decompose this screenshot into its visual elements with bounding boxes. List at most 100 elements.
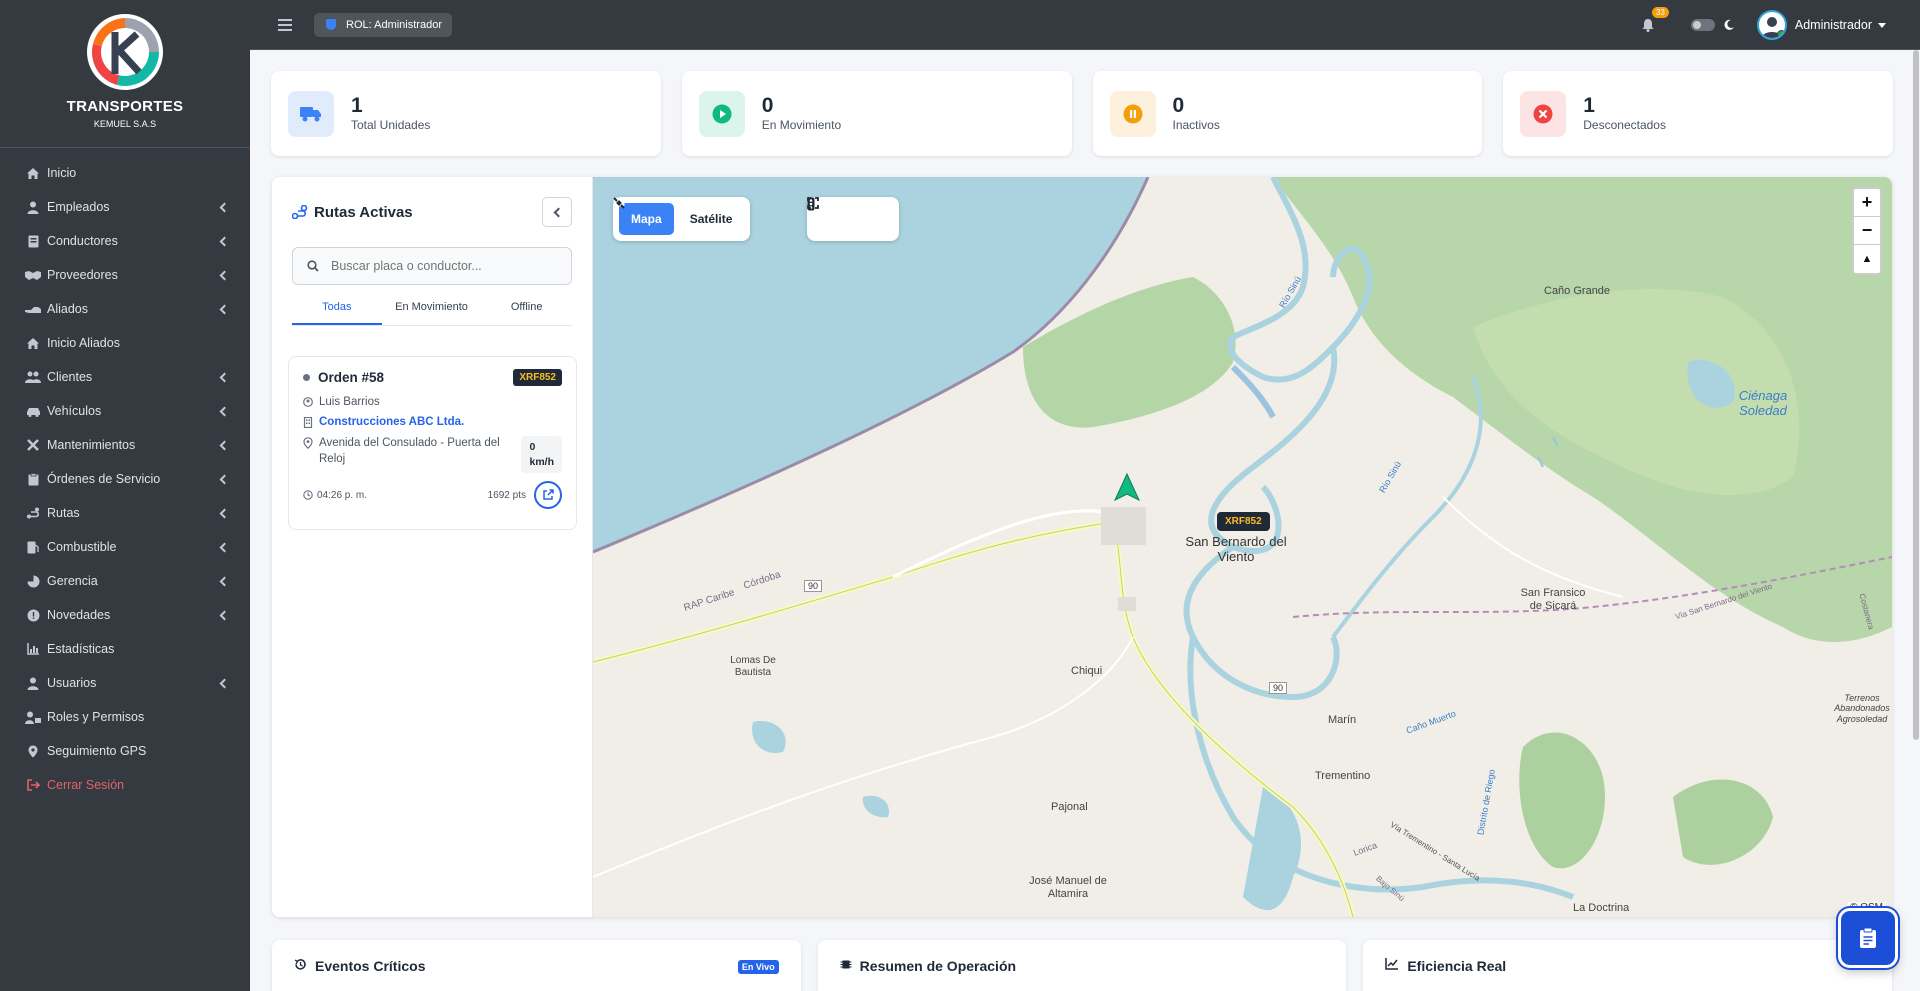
sidebar-nav: Inicio Empleados Conductores Proveedores Ali… xyxy=(0,148,250,802)
sidebar-item-label: Proveedores xyxy=(47,268,118,282)
chip-icon xyxy=(840,960,852,969)
page-scrollbar[interactable] xyxy=(1912,50,1920,740)
building-icon xyxy=(303,417,313,428)
sidebar-item-alert[interactable]: Novedades xyxy=(0,598,250,632)
sidebar-item-id-card[interactable]: Conductores xyxy=(0,224,250,258)
sidebar-item-label: Empleados xyxy=(47,200,110,214)
logout-button[interactable]: Cerrar Sesión xyxy=(0,768,250,802)
zoom-out-button[interactable]: − xyxy=(1854,217,1880,245)
order-number: Orden #58 xyxy=(318,370,385,385)
sidebar-item-route[interactable]: Rutas xyxy=(0,496,250,530)
handshake-icon xyxy=(24,268,42,282)
sidebar-item-map-pin[interactable]: Seguimiento GPS xyxy=(0,734,250,768)
sidebar: TRANSPORTES KEMUEL S.A.S Inicio Empleados… xyxy=(0,0,250,991)
map-label-san-francisco: San Fransico de Sicará xyxy=(1520,587,1586,612)
sidebar-item-clipboard[interactable]: Órdenes de Servicio xyxy=(0,462,250,496)
speed-unit: km/h xyxy=(529,455,554,468)
tracking-panel: Rutas Activas Todas En Movimiento Offlin… xyxy=(272,177,1892,917)
reset-bearing-button[interactable]: ▲ xyxy=(1854,245,1880,273)
vehicle-marker-label[interactable]: XRF852 xyxy=(1217,512,1270,531)
map-label-san-bernardo: San Bernardo del Viento xyxy=(1185,534,1287,564)
stat-value: 1 xyxy=(1583,94,1595,117)
fullscreen-icon xyxy=(807,197,819,209)
zoom-in-button[interactable]: + xyxy=(1854,189,1880,217)
sidebar-item-label: Rutas xyxy=(47,506,80,520)
brand: TRANSPORTES KEMUEL S.A.S xyxy=(0,0,250,148)
sidebar-item-handshake[interactable]: Proveedores xyxy=(0,258,250,292)
menu-toggle-icon[interactable] xyxy=(278,18,292,31)
map-pin-icon xyxy=(303,437,313,449)
sidebar-item-hand[interactable]: Aliados xyxy=(0,292,250,326)
stat-label: En Movimiento xyxy=(761,118,842,132)
satellite-mode-button[interactable]: Satélite xyxy=(613,197,745,235)
role-badge: ROL: Administrador xyxy=(314,12,452,37)
tab-all[interactable]: Todas xyxy=(292,295,382,325)
speed-value: 0 xyxy=(529,441,536,453)
sidebar-item-home[interactable]: Inicio xyxy=(0,156,250,190)
efficiency-card: Eficiencia Real xyxy=(1363,940,1893,991)
notifications-count-badge: 33 xyxy=(1651,7,1669,18)
chevron-left-icon xyxy=(219,576,230,586)
traffic-toggle-button[interactable] xyxy=(807,197,842,235)
stat-card-pause: 0 Inactivos xyxy=(1092,71,1483,156)
sidebar-item-user-lock[interactable]: Roles y Permisos xyxy=(0,700,250,734)
sidebar-item-label: Mantenimientos xyxy=(47,438,136,452)
chevron-left-icon xyxy=(219,440,230,450)
chevron-left-icon xyxy=(219,474,230,484)
sidebar-item-user[interactable]: Empleados xyxy=(0,190,250,224)
chevron-left-icon xyxy=(219,508,230,518)
sidebar-item-user[interactable]: Usuarios xyxy=(0,666,250,700)
speed-badge: 0 km/h xyxy=(521,436,562,474)
users-icon xyxy=(24,370,42,384)
map-mode-button[interactable]: Mapa xyxy=(613,197,674,235)
sidebar-item-label: Gerencia xyxy=(47,574,98,588)
satellite-icon xyxy=(613,197,625,209)
user-icon xyxy=(24,676,42,690)
stat-label: Desconectados xyxy=(1583,118,1666,132)
route-card[interactable]: Orden #58 XRF852 Luis Barrios Construcci… xyxy=(288,356,577,530)
plate-badge: XRF852 xyxy=(513,369,562,386)
clipboard-fab-button[interactable] xyxy=(1838,908,1898,968)
external-link-icon xyxy=(543,489,554,501)
id-card-icon xyxy=(24,234,42,248)
stat-card-play: 0 En Movimiento xyxy=(681,71,1072,156)
user-lock-icon xyxy=(24,710,42,724)
sidebar-item-users[interactable]: Clientes xyxy=(0,360,250,394)
user-name[interactable]: Administrador xyxy=(1795,18,1872,32)
driver-name: Luis Barrios xyxy=(319,396,380,408)
logout-label: Cerrar Sesión xyxy=(47,778,125,792)
bottom-widgets: Eventos Críticos En Vivo Resumen de Oper… xyxy=(272,940,1893,991)
chart-pie-icon xyxy=(24,574,42,588)
sidebar-item-chart-pie[interactable]: Gerencia xyxy=(0,564,250,598)
fullscreen-button[interactable] xyxy=(807,197,884,235)
sidebar-item-chart-line[interactable]: Estadísticas xyxy=(0,632,250,666)
sidebar-item-label: Órdenes de Servicio xyxy=(47,472,161,486)
search-input[interactable] xyxy=(331,259,561,273)
notifications-bell-icon[interactable]: 33 xyxy=(1641,7,1669,32)
home-icon xyxy=(24,336,42,350)
user-avatar[interactable] xyxy=(1756,10,1787,40)
last-update-time: 04:26 p. m. xyxy=(317,489,368,501)
tab-moving[interactable]: En Movimiento xyxy=(382,295,482,325)
gps-map[interactable]: Mapa Satélite + − ▲ XRF852 San Bernardo … xyxy=(593,177,1892,917)
tab-offline[interactable]: Offline xyxy=(481,295,572,325)
sidebar-item-fuel[interactable]: Combustible xyxy=(0,530,250,564)
tools-icon xyxy=(24,438,42,452)
theme-toggle[interactable] xyxy=(1690,19,1715,31)
sidebar-item-home[interactable]: Inicio Aliados xyxy=(0,326,250,360)
user-icon xyxy=(24,200,42,214)
route-icon xyxy=(24,506,42,520)
chevron-left-icon xyxy=(219,202,230,212)
sidebar-item-car[interactable]: Vehículos xyxy=(0,394,250,428)
chevron-left-icon xyxy=(219,678,230,688)
stat-value: 1 xyxy=(351,94,363,117)
efficiency-title: Eficiencia Real xyxy=(1407,958,1507,974)
collapse-panel-button[interactable] xyxy=(542,197,572,227)
road-shield-90: 90 xyxy=(1269,682,1288,694)
stat-value: 0 xyxy=(1172,94,1185,117)
active-routes-panel: Rutas Activas Todas En Movimiento Offlin… xyxy=(272,177,593,917)
user-menu-caret-icon[interactable] xyxy=(1878,22,1886,28)
open-route-button[interactable] xyxy=(534,481,562,510)
client-link[interactable]: Construcciones ABC Ltda. xyxy=(319,416,464,428)
sidebar-item-tools[interactable]: Mantenimientos xyxy=(0,428,250,462)
